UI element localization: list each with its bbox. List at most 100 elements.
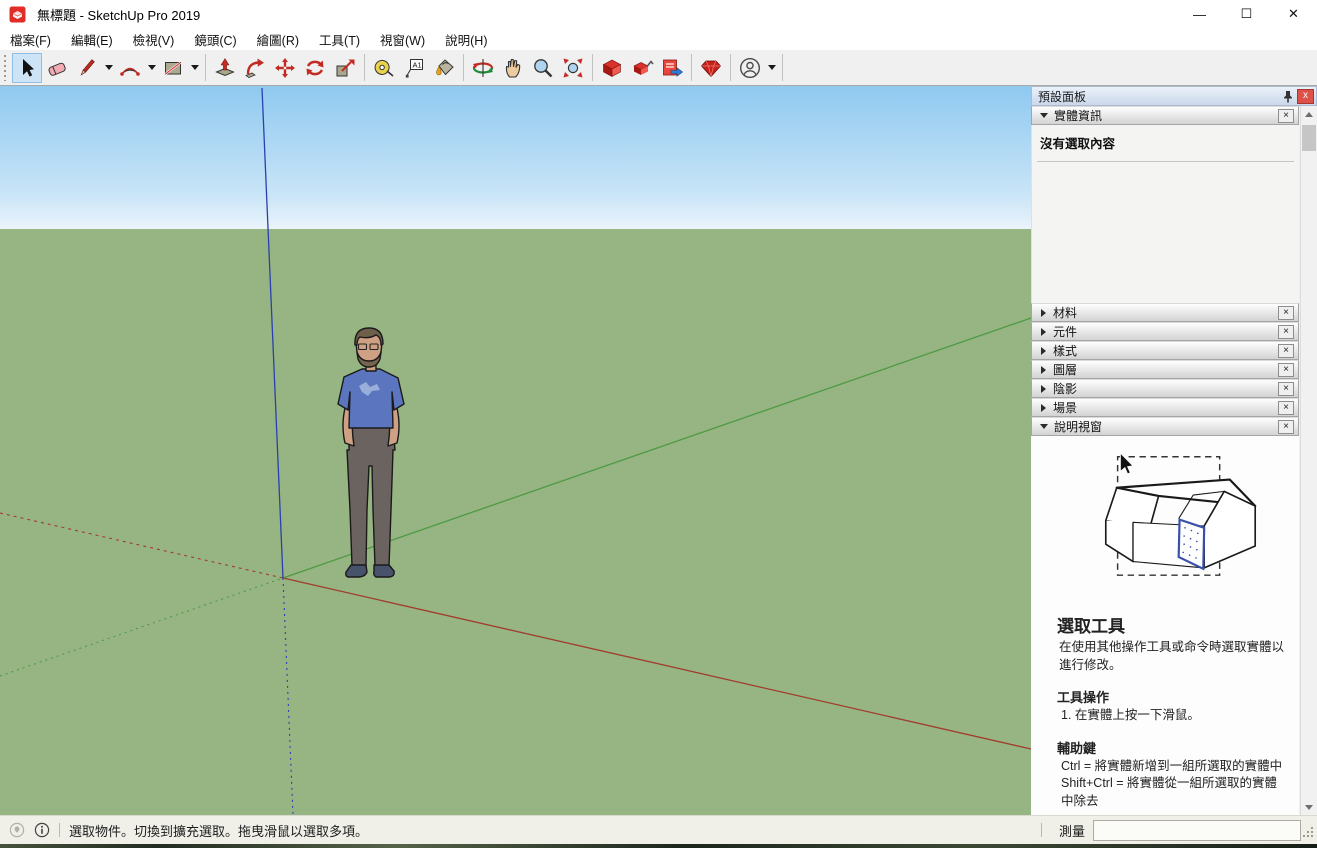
menu-view[interactable]: 檢視(V)	[123, 30, 185, 49]
default-tray-panel: 預設面板 x 實體資訊 × 沒有選取內容 材料 ×	[1031, 86, 1317, 815]
statusbar-separator	[59, 823, 60, 837]
tape-measure-tool[interactable]	[369, 53, 399, 83]
zoom-extents-tool[interactable]	[558, 53, 588, 83]
toolbar-grip[interactable]	[3, 55, 8, 81]
maximize-button[interactable]: ☐	[1223, 0, 1270, 28]
menu-edit[interactable]: 編輯(E)	[61, 30, 123, 49]
arc-tool-dropdown[interactable]	[145, 53, 158, 83]
account-dropdown[interactable]	[765, 53, 778, 83]
entity-info-content: 沒有選取內容	[1031, 125, 1299, 303]
tray-titlebar[interactable]: 預設面板 x	[1031, 86, 1317, 106]
sketchup-logo-icon	[9, 6, 26, 23]
tray-close-button[interactable]: x	[1297, 89, 1314, 104]
section-close-button[interactable]: ×	[1278, 420, 1294, 434]
zoom-icon	[531, 56, 555, 80]
line-tool[interactable]	[72, 53, 102, 83]
section-close-button[interactable]: ×	[1278, 382, 1294, 396]
section-components[interactable]: 元件 ×	[1031, 322, 1299, 341]
window-controls: — ☐ ✕	[1176, 0, 1317, 28]
pan-tool[interactable]	[498, 53, 528, 83]
instructor-modifier-line: Ctrl = 將實體新增到一組所選取的實體中	[1061, 758, 1287, 776]
rotate-tool[interactable]	[300, 53, 330, 83]
section-instructor[interactable]: 說明視窗 ×	[1031, 417, 1299, 436]
section-layers[interactable]: 圖層 ×	[1031, 360, 1299, 379]
sketchup-window: 無標題 - SketchUp Pro 2019 — ☐ ✕ 檔案(F) 編輯(E…	[0, 0, 1317, 848]
extension-warehouse-button[interactable]	[696, 53, 726, 83]
orbit-tool[interactable]	[468, 53, 498, 83]
arrow-down-icon	[1305, 805, 1313, 810]
instructor-heading: 選取工具	[1057, 612, 1287, 637]
scrollbar-thumb[interactable]	[1302, 125, 1316, 151]
text-tool[interactable]: A1	[399, 53, 429, 83]
titlebar: 無標題 - SketchUp Pro 2019 — ☐ ✕	[0, 0, 1317, 28]
section-label: 元件	[1053, 323, 1077, 340]
section-materials[interactable]: 材料 ×	[1031, 303, 1299, 322]
menu-camera[interactable]: 鏡頭(C)	[184, 30, 246, 49]
section-label: 圖層	[1053, 361, 1077, 378]
eraser-tool[interactable]	[42, 53, 72, 83]
desktop-wallpaper-strip	[0, 844, 1317, 848]
follow-me-tool[interactable]	[240, 53, 270, 83]
select-cursor-icon	[15, 56, 39, 80]
section-close-button[interactable]: ×	[1278, 344, 1294, 358]
paint-bucket-tool[interactable]	[429, 53, 459, 83]
menu-draw[interactable]: 繪圖(R)	[247, 30, 309, 49]
section-close-button[interactable]: ×	[1278, 325, 1294, 339]
rectangle-tool[interactable]	[158, 53, 188, 83]
arc-tool[interactable]	[115, 53, 145, 83]
eraser-icon	[45, 56, 69, 80]
send-to-layout-button[interactable]	[657, 53, 687, 83]
section-close-button[interactable]: ×	[1278, 306, 1294, 320]
line-tool-dropdown[interactable]	[102, 53, 115, 83]
measurements-area: 測量	[1032, 817, 1317, 843]
scale-tool[interactable]	[330, 53, 360, 83]
section-scenes[interactable]: 場景 ×	[1031, 398, 1299, 417]
section-styles[interactable]: 樣式 ×	[1031, 341, 1299, 360]
scroll-down-button[interactable]	[1301, 799, 1317, 815]
instructor-modifiers-heading: 輔助鍵	[1057, 738, 1287, 757]
select-tool[interactable]	[12, 53, 42, 83]
section-close-button[interactable]: ×	[1278, 109, 1294, 123]
3d-warehouse-button[interactable]	[597, 53, 627, 83]
zoom-tool[interactable]	[528, 53, 558, 83]
svg-text:A1: A1	[413, 60, 422, 69]
arrow-up-icon	[1305, 112, 1313, 117]
menu-file[interactable]: 檔案(F)	[0, 30, 61, 49]
move-icon	[273, 56, 297, 80]
section-shadows[interactable]: 陰影 ×	[1031, 379, 1299, 398]
minimize-button[interactable]: —	[1176, 0, 1223, 28]
pencil-icon	[75, 56, 99, 80]
triangle-right-icon	[1041, 309, 1046, 317]
menu-tools[interactable]: 工具(T)	[309, 30, 370, 49]
tray-body: 實體資訊 × 沒有選取內容 材料 × 元件 × 樣式 ×	[1031, 106, 1299, 815]
account-button[interactable]	[735, 53, 765, 83]
menu-help[interactable]: 說明(H)	[435, 30, 497, 49]
rectangle-tool-dropdown[interactable]	[188, 53, 201, 83]
triangle-down-icon	[1040, 113, 1048, 118]
menu-window[interactable]: 視窗(W)	[370, 30, 435, 49]
instructor-modifier-line: Shift+Ctrl = 將實體從一組所選取的實體中除去	[1061, 775, 1287, 810]
3d-viewport[interactable]	[0, 86, 1031, 815]
toolbar-separator	[782, 54, 783, 81]
section-entity-info[interactable]: 實體資訊 ×	[1031, 106, 1299, 125]
section-close-button[interactable]: ×	[1278, 363, 1294, 377]
chevron-down-icon	[148, 65, 156, 70]
scroll-up-button[interactable]	[1301, 106, 1317, 122]
triangle-right-icon	[1041, 366, 1046, 374]
section-close-button[interactable]: ×	[1278, 401, 1294, 415]
move-tool[interactable]	[270, 53, 300, 83]
geolocation-status-icon[interactable]	[9, 822, 25, 838]
context-help-icon[interactable]	[34, 822, 50, 838]
extension-warehouse-ruby-icon	[699, 56, 723, 80]
statusbar: 選取物件。切換到擴充選取。拖曳滑鼠以選取多項。 測量	[0, 815, 1317, 844]
instructor-illustration	[1051, 444, 1279, 608]
resize-grip-icon[interactable]	[1303, 823, 1315, 843]
auto-hide-pin-button[interactable]	[1279, 88, 1297, 104]
close-button[interactable]: ✕	[1270, 0, 1317, 28]
share-model-button[interactable]	[627, 53, 657, 83]
measurements-input[interactable]	[1093, 820, 1301, 841]
close-x-icon: x	[1303, 91, 1308, 101]
triangle-right-icon	[1041, 347, 1046, 355]
panel-scrollbar[interactable]	[1300, 106, 1317, 815]
push-pull-tool[interactable]	[210, 53, 240, 83]
